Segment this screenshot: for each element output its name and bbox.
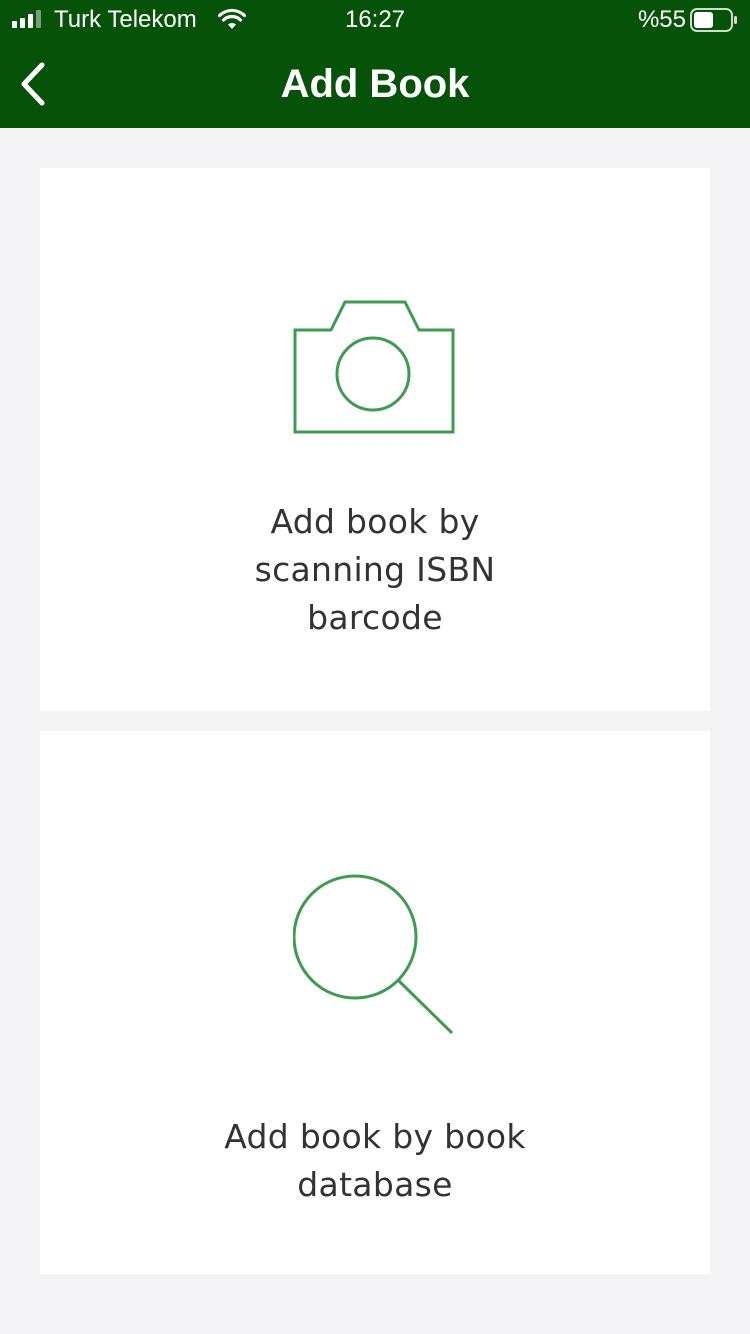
camera-icon bbox=[293, 300, 455, 434]
back-button[interactable] bbox=[14, 60, 50, 108]
chevron-left-icon bbox=[21, 62, 45, 106]
page-title: Add Book bbox=[280, 62, 470, 106]
battery-icon bbox=[690, 8, 737, 32]
search-icon bbox=[292, 874, 454, 1035]
status-bar: Turk Telekom 16:27 %55 bbox=[0, 0, 750, 40]
book-database-label: Add book by book database bbox=[224, 1117, 526, 1204]
camera-icon-wrapper bbox=[40, 298, 710, 439]
search-icon-wrapper bbox=[40, 873, 710, 1042]
app-header: Turk Telekom 16:27 %55 Add Book bbox=[0, 0, 750, 128]
book-database-option[interactable]: Add book by book database bbox=[40, 731, 710, 1274]
navigation-bar: Add Book bbox=[0, 40, 750, 128]
battery-percentage: %55 bbox=[637, 6, 686, 33]
scan-isbn-label: Add book by scanning ISBN barcode bbox=[254, 502, 496, 637]
scan-isbn-option[interactable]: Add book by scanning ISBN barcode bbox=[40, 168, 710, 711]
